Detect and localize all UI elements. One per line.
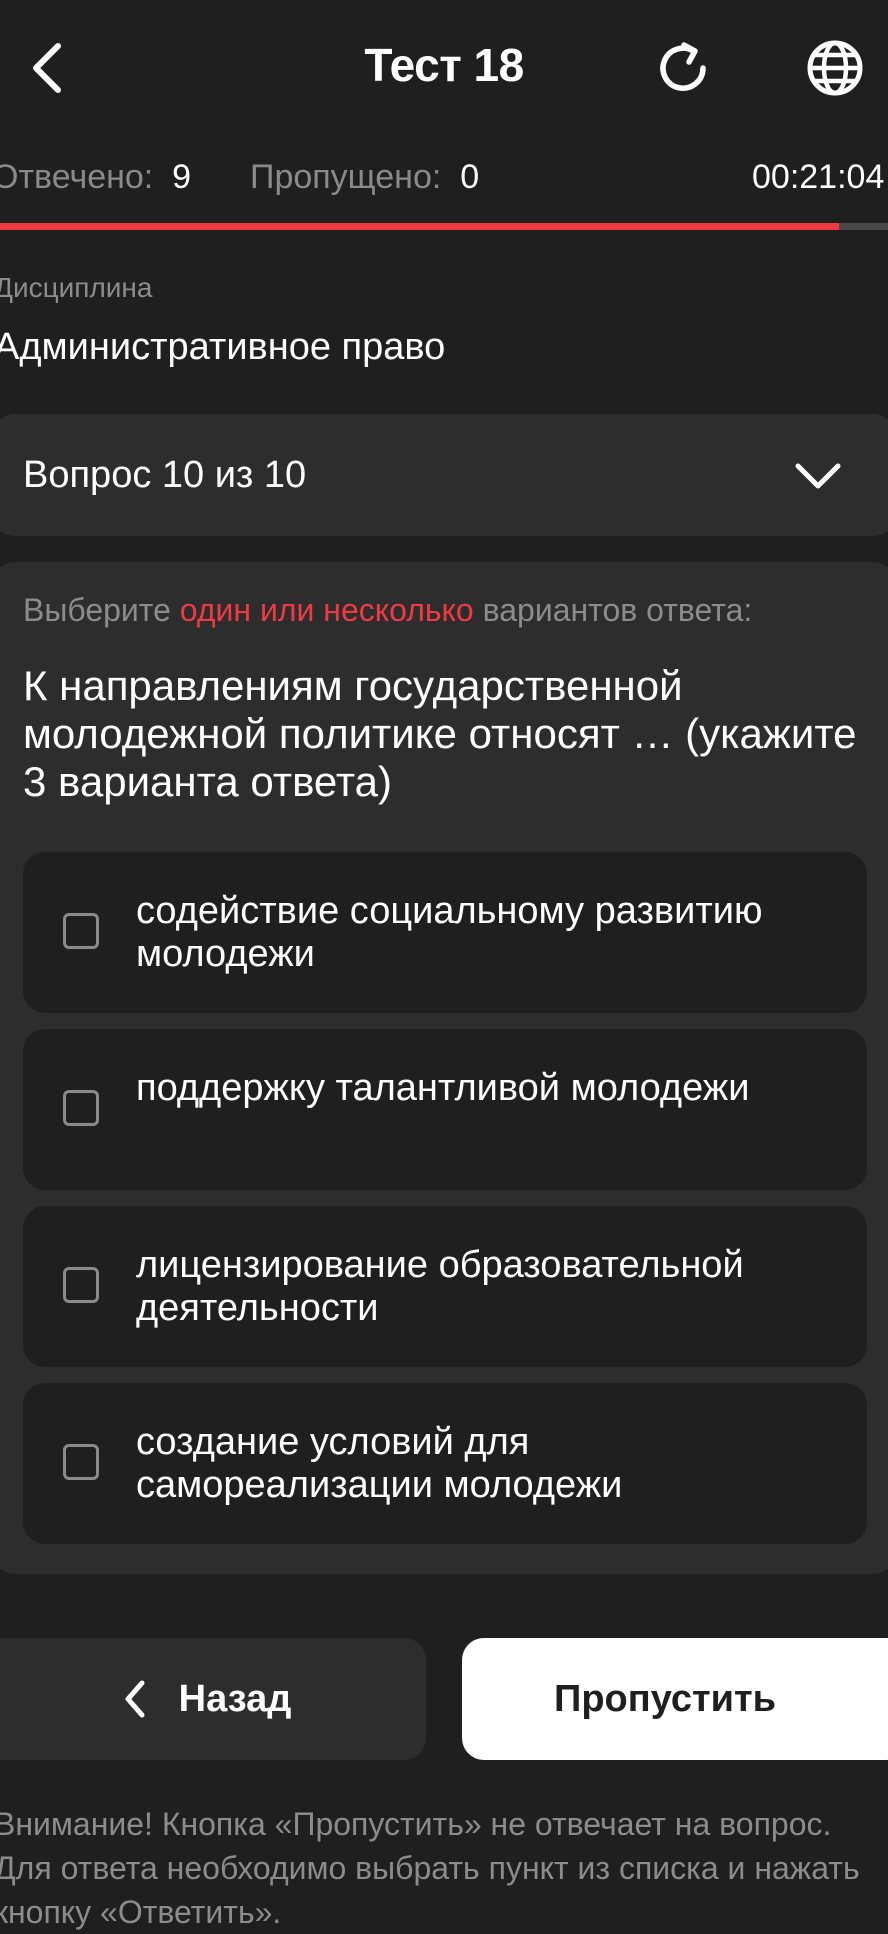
chevron-left-icon (115, 1679, 155, 1719)
answer-option[interactable]: лицензирование образовательной деятельно… (23, 1206, 867, 1367)
answer-option-label: поддержку талантливой молодежи (136, 1067, 750, 1109)
answered-label: Отвечено: (0, 158, 154, 196)
progress-fill (0, 223, 840, 230)
refresh-icon[interactable] (643, 28, 723, 108)
page-title: Тест 18 (364, 39, 524, 91)
instruction-suffix: вариантов ответа: (473, 592, 753, 628)
answered-count: 9 (172, 158, 192, 196)
skipped-count: 0 (460, 158, 480, 196)
timer: 00:21:04 (752, 158, 885, 196)
back-icon[interactable] (8, 28, 88, 108)
checkbox[interactable] (63, 913, 99, 949)
answer-option-label: создание условий для самореализации моло… (136, 1421, 623, 1506)
instruction-text: Выберите один или несколько вариантов от… (23, 592, 752, 629)
instruction-accent: один или несколько (179, 592, 474, 628)
back-button-label: Назад (178, 1677, 292, 1720)
checkbox[interactable] (63, 1444, 99, 1480)
test-stats: Отвечено: 9 Пропущено: 0 00:21:04 (0, 158, 888, 208)
skip-button[interactable]: Пропустить (462, 1638, 888, 1760)
skip-button-label: Пропустить (554, 1677, 776, 1720)
discipline-label: Дисциплина (0, 272, 153, 303)
answer-option[interactable]: создание условий для самореализации моло… (23, 1383, 867, 1544)
answer-options: содействие социальному развитию молодежи… (23, 852, 867, 1560)
progress-bar (0, 223, 888, 230)
skipped-stat: Пропущено: 0 (250, 158, 479, 197)
question-selector-label: Вопрос 10 из 10 (23, 454, 307, 496)
notice-text: Внимание! Кнопка «Пропустить» не отвечае… (0, 1806, 860, 1930)
chevron-down-icon (795, 463, 841, 489)
question-selector[interactable]: Вопрос 10 из 10 (0, 414, 888, 536)
question-card: Выберите один или несколько вариантов от… (0, 562, 888, 1574)
answer-option[interactable]: содействие социальному развитию молодежи (23, 852, 867, 1013)
answer-option[interactable]: поддержку талантливой молодежи (23, 1029, 867, 1190)
answered-stat: Отвечено: 9 (0, 158, 191, 197)
skipped-label: Пропущено: (250, 158, 442, 196)
answer-option-label: содействие социальному развитию молодежи (136, 890, 763, 975)
discipline-value: Административное право (0, 326, 446, 368)
instruction-prefix: Выберите (23, 592, 180, 628)
top-bar: Тест 18 (0, 0, 888, 140)
answer-option-label: лицензирование образовательной деятельно… (136, 1244, 744, 1329)
back-button[interactable]: Назад (0, 1638, 426, 1760)
question-text: К направлениям государственной молодежно… (23, 662, 857, 805)
globe-icon[interactable] (795, 28, 875, 108)
checkbox[interactable] (63, 1267, 99, 1303)
checkbox[interactable] (63, 1090, 99, 1126)
